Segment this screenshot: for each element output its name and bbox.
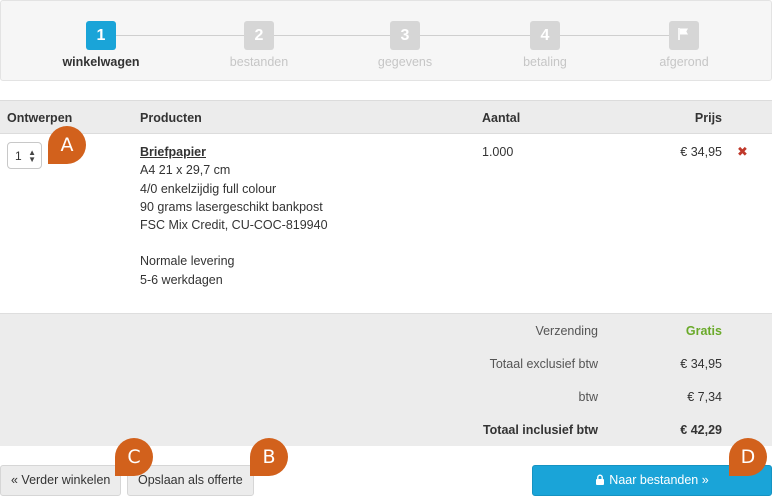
summary-label: Totaal inclusief btw: [482, 423, 598, 437]
product-spec-line: 4/0 enkelzijdig full colour: [140, 181, 277, 196]
header-products: Producten: [140, 111, 202, 125]
designs-count-select[interactable]: 1 ▲ ▼: [7, 142, 42, 169]
marker-b: B: [250, 438, 288, 476]
checkout-stepper: 1 winkelwagen 2 bestanden 3 gegevens 4 b…: [0, 0, 772, 81]
step-label: gegevens: [377, 55, 433, 69]
step-number: 4: [530, 21, 560, 50]
step-payment[interactable]: 4 betaling: [495, 21, 595, 69]
marker-c: C: [115, 438, 153, 476]
select-arrows-icon: ▲ ▼: [28, 148, 36, 164]
product-name-link[interactable]: Briefpapier: [140, 143, 328, 161]
summary-label: Verzending: [535, 324, 598, 338]
marker-d: D: [729, 438, 767, 476]
summary-label: btw: [578, 390, 598, 404]
step-label: betaling: [523, 55, 567, 69]
lock-icon: [596, 474, 605, 485]
step-files[interactable]: 2 bestanden: [209, 21, 309, 69]
order-summary: Verzending Gratis Totaal exclusief btw €…: [0, 313, 772, 446]
step-label: winkelwagen: [62, 55, 140, 69]
product-spec-line: FSC Mix Credit, CU-COC-819940: [140, 218, 328, 233]
header-price: Prijs: [694, 111, 722, 125]
step-label: afgerond: [659, 55, 709, 69]
step-number: 2: [244, 21, 274, 50]
product-spec-line: 90 grams lasergeschikt bankpost: [140, 199, 323, 214]
price-value: € 34,95: [680, 145, 722, 159]
delivery-line: 5-6 werkdagen: [140, 272, 223, 287]
delivery-line: Normale levering: [140, 254, 235, 269]
step-done[interactable]: afgerond: [634, 21, 734, 69]
summary-label: Totaal exclusief btw: [489, 357, 598, 371]
continue-shopping-button[interactable]: « Verder winkelen: [0, 465, 122, 496]
summary-value: € 34,95: [680, 357, 722, 371]
step-details[interactable]: 3 gegevens: [355, 21, 455, 69]
product-description: Briefpapier A4 21 x 29,7 cm 4/0 enkelzij…: [140, 143, 328, 289]
product-spec-line: A4 21 x 29,7 cm: [140, 163, 231, 178]
header-quantity: Aantal: [482, 111, 521, 125]
step-label: bestanden: [229, 55, 289, 69]
marker-a: A: [48, 126, 86, 164]
step-number: 1: [86, 21, 116, 50]
to-files-button-label: Naar bestanden »: [609, 473, 709, 487]
header-designs: Ontwerpen: [7, 111, 73, 125]
summary-value: € 7,34: [687, 390, 722, 404]
cart-table-header: Ontwerpen Producten Aantal Prijs: [0, 100, 772, 134]
remove-item-icon[interactable]: ✖: [737, 144, 748, 160]
summary-value: € 42,29: [680, 423, 722, 437]
quantity-value: 1.000: [482, 145, 514, 159]
summary-value: Gratis: [685, 324, 722, 338]
step-cart[interactable]: 1 winkelwagen: [51, 21, 151, 69]
designs-count-value: 1: [15, 149, 22, 163]
step-number: 3: [390, 21, 420, 50]
flag-icon: [669, 21, 699, 50]
